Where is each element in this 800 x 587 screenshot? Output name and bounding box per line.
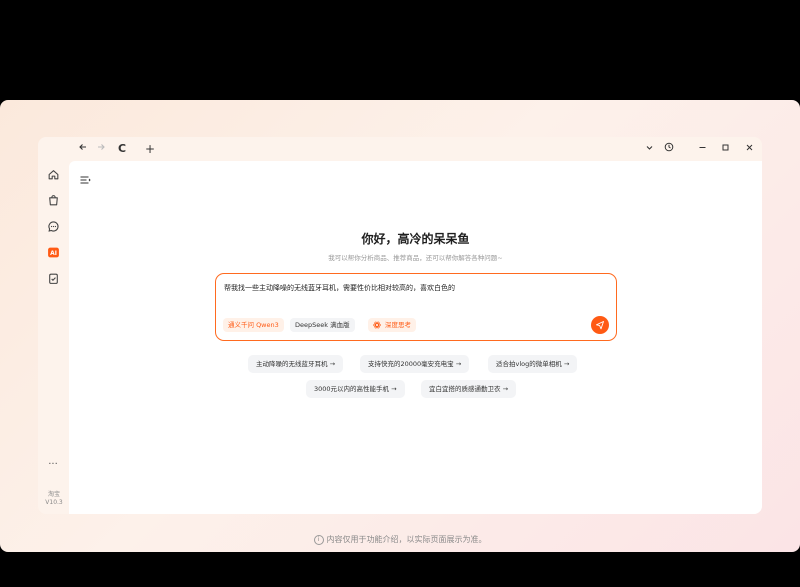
suggestion-chip[interactable]: 支持快充的20000毫安充电宝 → <box>360 355 470 373</box>
atom-icon <box>373 321 381 329</box>
reload-button[interactable]: C <box>113 140 131 158</box>
disclaimer-text: 内容仅用于功能介绍，以实际页面展示为准。 <box>326 535 487 544</box>
app-version-number: V10.3 <box>45 499 63 506</box>
more-button[interactable]: ··· <box>45 459 61 470</box>
sidebar: AI ··· 淘宝 V10.3 <box>38 161 69 514</box>
arrow-left-icon[interactable] <box>74 140 92 158</box>
chevron-down-icon[interactable] <box>640 140 658 158</box>
info-icon: i <box>313 534 324 545</box>
chat-icon[interactable] <box>45 218 61 234</box>
suggestion-chip[interactable]: 主动降噪的无线蓝牙耳机 → <box>248 355 344 373</box>
disclaimer-note: i 内容仅用于功能介绍，以实际页面展示为准。 <box>0 534 800 545</box>
model-selector-chip[interactable]: 通义千问 Qwen3 <box>223 318 284 332</box>
ai-icon[interactable]: AI <box>45 244 61 260</box>
page-subtitle: 我可以帮你分析商品、推荐商品，还可以帮你解答各种问题~ <box>328 254 503 262</box>
close-icon[interactable] <box>740 140 758 158</box>
shopping-bag-icon[interactable] <box>45 192 61 208</box>
page-title: 你好，高冷的呆呆鱼 <box>361 232 470 246</box>
deepseek-chip[interactable]: DeepSeek 满血版 <box>290 318 355 332</box>
app-version: 淘宝 V10.3 <box>40 491 68 507</box>
minimize-icon[interactable] <box>693 140 711 158</box>
menu-collapse-icon[interactable] <box>79 171 91 184</box>
suggestion-chip[interactable]: 适合拍vlog的微单相机 → <box>488 355 578 373</box>
home-icon[interactable] <box>45 166 61 182</box>
send-icon <box>596 321 604 330</box>
deep-think-toggle[interactable]: 深度思考 <box>368 318 416 332</box>
app-version-name: 淘宝 <box>47 491 60 498</box>
arrow-right-icon[interactable] <box>92 140 110 158</box>
send-button[interactable] <box>591 316 609 334</box>
chat-input-box[interactable]: 帮我找一些主动降噪的无线蓝牙耳机，需要性价比相对较高的，喜欢白色的 通义千问 Q… <box>215 273 617 341</box>
browser-toolbar: C + <box>38 137 762 161</box>
ai-icon-label: AI <box>50 249 57 256</box>
chat-input-text[interactable]: 帮我找一些主动降噪的无线蓝牙耳机，需要性价比相对较高的，喜欢白色的 <box>224 283 455 293</box>
history-icon[interactable] <box>660 140 678 158</box>
main-content: 你好，高冷的呆呆鱼 我可以帮你分析商品、推荐商品，还可以帮你解答各种问题~ 帮我… <box>69 161 762 514</box>
suggestion-chip[interactable]: 宜白宜搭的质感通勤卫衣 → <box>421 380 517 398</box>
deep-think-label: 深度思考 <box>385 321 411 329</box>
clipboard-check-icon[interactable] <box>45 270 61 286</box>
new-tab-button[interactable]: + <box>141 140 159 158</box>
browser-window: C + AI ··· 淘宝 V10.3 你好，高冷的呆呆鱼 我可以帮你分析商品、… <box>38 137 762 514</box>
suggestion-chip[interactable]: 3000元以内的高性能手机 → <box>306 380 405 398</box>
maximize-icon[interactable] <box>716 140 734 158</box>
app-frame: C + AI ··· 淘宝 V10.3 你好，高冷的呆呆鱼 我可以帮你分析商品、… <box>0 100 800 552</box>
